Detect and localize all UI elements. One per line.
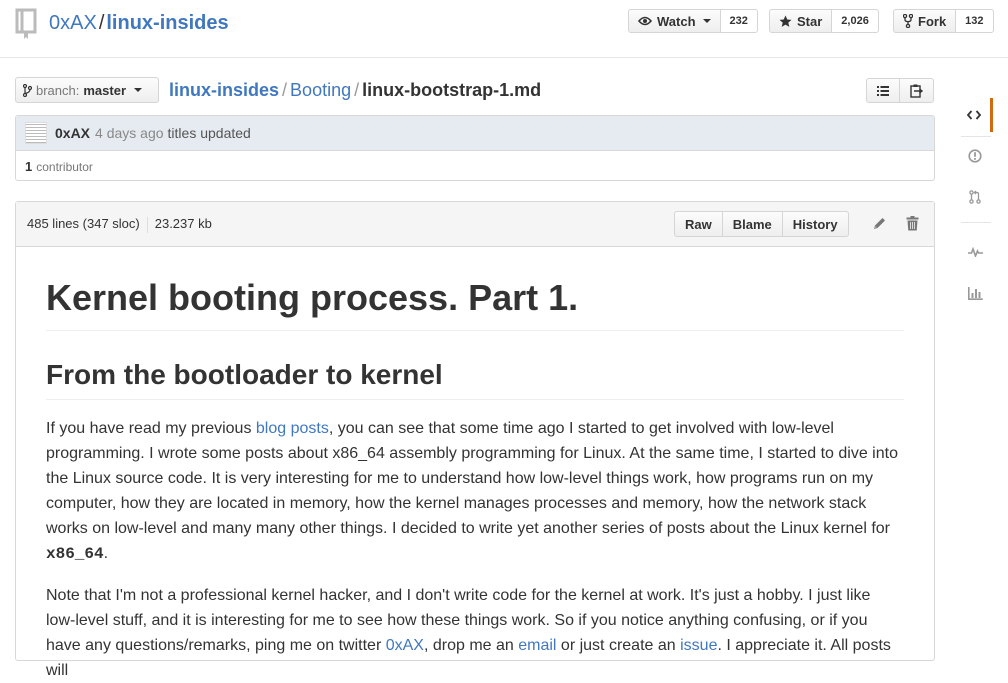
repo-header: 0xAX / linux-insides Watch 232 Star 2,026 … bbox=[0, 0, 1008, 58]
file-lines: 485 lines (347 sloc) bbox=[27, 216, 140, 231]
paragraph-text: , you can see that some time ago I start… bbox=[46, 420, 898, 537]
repo-title: 0xAX / linux-insides bbox=[49, 11, 229, 35]
star-button[interactable]: Star bbox=[769, 9, 833, 33]
repo-icon bbox=[15, 8, 37, 39]
blame-button[interactable]: Blame bbox=[722, 211, 783, 237]
breadcrumb-dir-link[interactable]: Booting bbox=[290, 80, 351, 100]
issue-icon bbox=[968, 149, 982, 163]
section-heading: From the bootloader to kernel bbox=[46, 357, 904, 400]
rail-divider bbox=[961, 222, 991, 223]
file-size: 23.237 kb bbox=[154, 216, 212, 231]
contributors-row[interactable]: 1 contributor bbox=[16, 151, 934, 182]
pulse-icon bbox=[967, 247, 983, 257]
file-info: 485 lines (347 sloc) 23.237 kb bbox=[27, 216, 212, 233]
article-title: Kernel booting process. Part 1. bbox=[46, 276, 904, 331]
inline-code: x86_64 bbox=[46, 545, 104, 563]
paragraph-text: , drop me an bbox=[423, 637, 519, 654]
commit-author[interactable]: 0xAX bbox=[55, 125, 90, 141]
paragraph-note: Note that I'm not a professional kernel … bbox=[46, 583, 904, 683]
star-count[interactable]: 2,026 bbox=[832, 9, 879, 33]
paragraph-text: If you have read my previous bbox=[46, 420, 256, 437]
fork-label: Fork bbox=[918, 13, 947, 29]
history-button[interactable]: History bbox=[782, 211, 849, 237]
pencil-icon[interactable] bbox=[872, 216, 887, 231]
branch-icon bbox=[23, 83, 32, 97]
file-nav-buttons bbox=[866, 78, 934, 103]
code-icon bbox=[966, 110, 981, 120]
pull-request-icon bbox=[969, 190, 981, 204]
watch-label: Watch bbox=[657, 13, 696, 29]
commit-time: 4 days ago bbox=[95, 125, 164, 141]
paragraph-intro: If you have read my previous blog posts,… bbox=[46, 416, 904, 567]
issue-link[interactable]: issue bbox=[680, 637, 717, 654]
star-icon bbox=[779, 14, 792, 27]
file-header: 485 lines (347 sloc) 23.237 kb Raw Blame … bbox=[16, 202, 934, 247]
avatar[interactable] bbox=[25, 122, 47, 144]
fork-icon bbox=[903, 14, 913, 28]
branch-label: branch: bbox=[36, 82, 80, 98]
breadcrumb-file-name: linux-bootstrap-1.md bbox=[362, 80, 542, 100]
chevron-down-icon bbox=[702, 19, 711, 23]
breadcrumb-separator: / bbox=[282, 80, 288, 100]
eye-icon bbox=[638, 16, 652, 26]
trash-icon[interactable] bbox=[906, 216, 919, 231]
copy-path-button[interactable] bbox=[900, 78, 934, 103]
graph-icon bbox=[967, 286, 983, 300]
file-viewer: 485 lines (347 sloc) 23.237 kb Raw Blame … bbox=[15, 201, 935, 679]
fork-group: Fork 132 bbox=[893, 9, 994, 33]
branch-value: master bbox=[83, 82, 127, 98]
twitter-link[interactable]: 0xAX bbox=[386, 637, 424, 654]
fork-count[interactable]: 132 bbox=[956, 9, 994, 33]
breadcrumb: linux-insides / Booting / linux-bootstrap-1.… bbox=[169, 79, 541, 101]
repo-title-separator: / bbox=[98, 12, 105, 34]
nav-pulse[interactable] bbox=[957, 235, 993, 269]
commit-tease: 0xAX 4 days ago titles updated bbox=[16, 116, 934, 151]
watch-count[interactable]: 232 bbox=[720, 9, 758, 33]
file-actions: Raw Blame History bbox=[674, 211, 849, 237]
blog-posts-link[interactable]: blog posts bbox=[256, 420, 329, 437]
nav-code[interactable] bbox=[957, 98, 993, 132]
paragraph-text: . bbox=[103, 545, 109, 562]
readme-content: Kernel booting process. Part 1. From the… bbox=[46, 246, 904, 683]
repo-owner-link[interactable]: 0xAX bbox=[49, 12, 97, 34]
rail-divider bbox=[961, 136, 991, 137]
nav-graphs[interactable] bbox=[957, 276, 993, 310]
repo-name-link[interactable]: linux-insides bbox=[106, 12, 228, 34]
latest-commit-box: 0xAX 4 days ago titles updated 1 contrib… bbox=[15, 115, 935, 181]
contributors-count: 1 bbox=[25, 159, 33, 174]
contributors-label: contributor bbox=[36, 159, 93, 174]
list-icon bbox=[877, 85, 889, 96]
watch-button[interactable]: Watch bbox=[628, 9, 721, 33]
email-link[interactable]: email bbox=[518, 637, 556, 654]
breadcrumb-separator: / bbox=[354, 80, 360, 100]
repo-nav-rail bbox=[957, 80, 993, 326]
file-info-divider bbox=[146, 216, 148, 233]
star-label: Star bbox=[797, 13, 823, 29]
chevron-down-icon bbox=[134, 88, 143, 92]
breadcrumb-repo-link[interactable]: linux-insides bbox=[169, 80, 279, 100]
star-group: Star 2,026 bbox=[769, 9, 879, 33]
clipboard-icon bbox=[910, 84, 923, 98]
branch-selector[interactable]: branch: master bbox=[15, 77, 159, 103]
raw-button[interactable]: Raw bbox=[674, 211, 723, 237]
watch-group: Watch 232 bbox=[628, 9, 758, 33]
paragraph-text: or just create an bbox=[556, 637, 681, 654]
nav-issues[interactable] bbox=[957, 139, 993, 173]
nav-pull-requests[interactable] bbox=[957, 180, 993, 214]
commit-message[interactable]: titles updated bbox=[168, 125, 251, 141]
fork-button[interactable]: Fork bbox=[893, 9, 957, 33]
list-view-button[interactable] bbox=[866, 78, 900, 103]
